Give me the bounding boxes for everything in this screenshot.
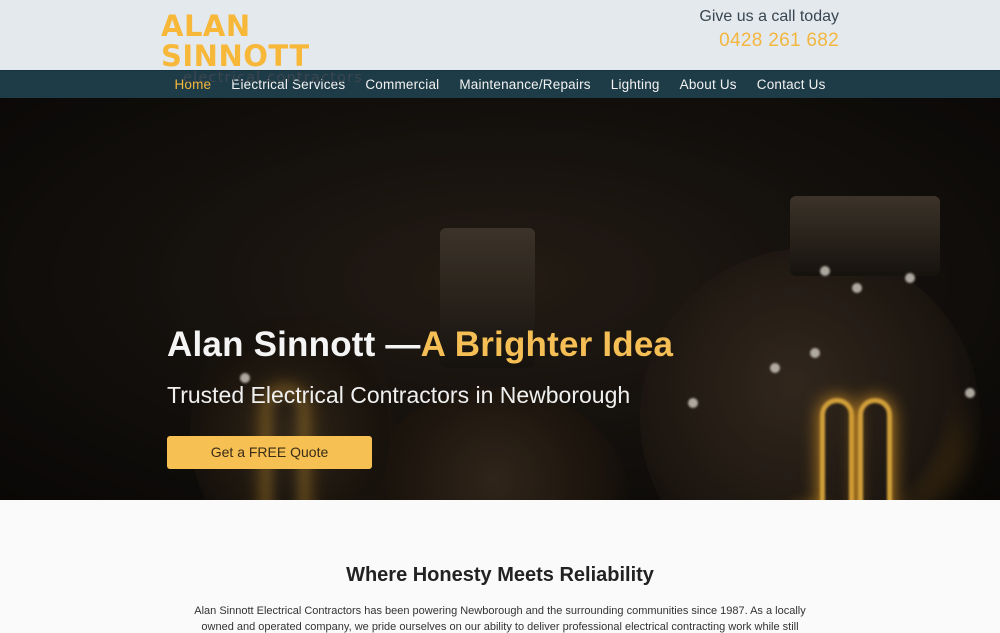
hero-title-main: Alan Sinnott — bbox=[167, 325, 421, 364]
hero-title: Alan Sinnott —A Brighter Idea bbox=[167, 326, 673, 364]
logo[interactable]: ALAN SINNOTT electrical contractors bbox=[161, 11, 373, 85]
hero-banner: Alan Sinnott —A Brighter Idea Trusted El… bbox=[0, 98, 1000, 500]
nav-item-lighting[interactable]: Lighting bbox=[601, 71, 670, 98]
hero-subtitle: Trusted Electrical Contractors in Newbor… bbox=[167, 382, 631, 408]
nav-item-contact-us[interactable]: Contact Us bbox=[747, 71, 836, 98]
intro-title: Where Honesty Meets Reliability bbox=[346, 564, 654, 586]
call-box: Give us a call today 0428 261 682 bbox=[699, 7, 839, 55]
free-quote-button[interactable]: Get a FREE Quote bbox=[167, 436, 372, 469]
logo-tagline: electrical contractors bbox=[183, 70, 364, 86]
call-label: Give us a call today bbox=[699, 8, 839, 25]
hero-content: Alan Sinnott —A Brighter Idea Trusted El… bbox=[167, 326, 673, 469]
phone-link[interactable]: 0428 261 682 bbox=[699, 27, 839, 55]
hero-title-accent: A Brighter Idea bbox=[420, 325, 674, 364]
intro-section: Where Honesty Meets Reliability Alan Sin… bbox=[0, 500, 1000, 633]
main-nav: Home Electrical Services Commercial Main… bbox=[0, 70, 1000, 98]
nav-item-maintenance-repairs[interactable]: Maintenance/Repairs bbox=[449, 71, 600, 98]
site-header: ALAN SINNOTT electrical contractors Give… bbox=[0, 0, 1000, 85]
logo-name: ALAN SINNOTT bbox=[161, 9, 310, 73]
intro-text: Alan Sinnott Electrical Contractors has … bbox=[194, 605, 806, 633]
nav-item-about-us[interactable]: About Us bbox=[670, 71, 747, 98]
